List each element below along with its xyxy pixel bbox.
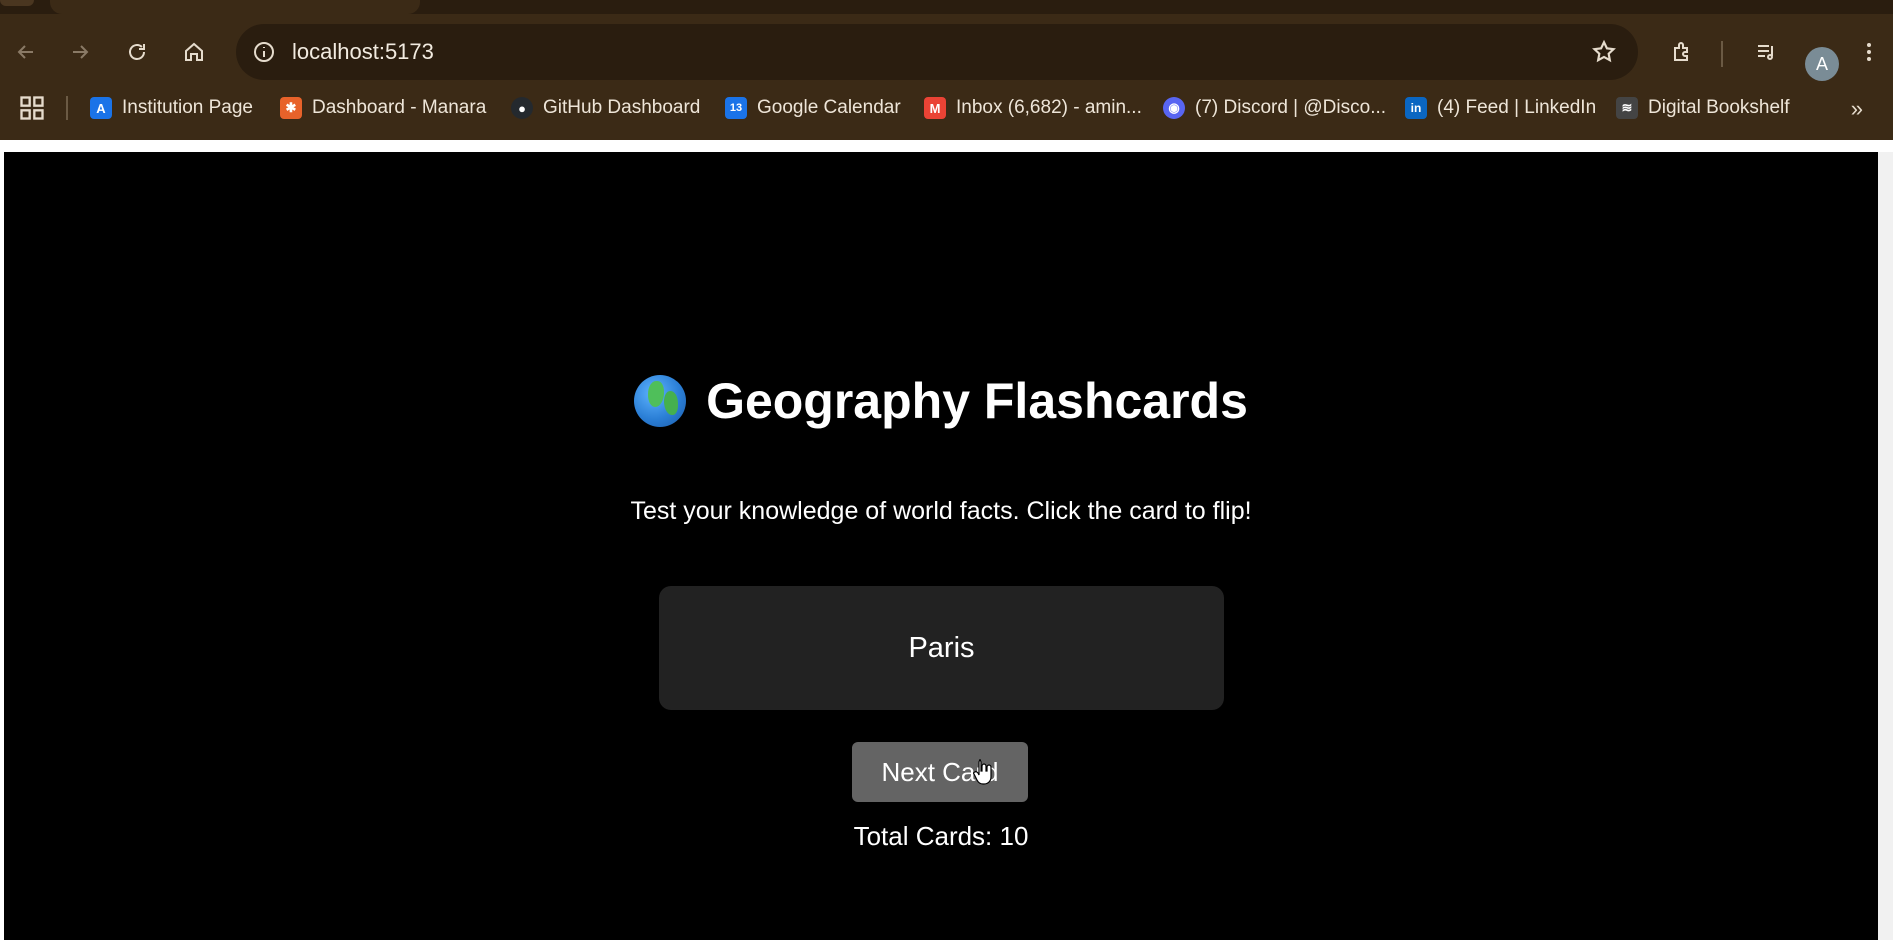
- bookmark-label: Dashboard - Manara: [312, 97, 487, 118]
- media-controls-icon[interactable]: [1746, 32, 1786, 72]
- bookshelf-favicon-icon: ≋: [1616, 97, 1638, 119]
- page-scrollbar[interactable]: [1878, 152, 1893, 940]
- calendar-favicon-icon: 13: [725, 97, 747, 119]
- bookmark-manara[interactable]: ✱ Dashboard - Manara: [280, 92, 486, 124]
- manara-favicon-icon: ✱: [280, 97, 302, 119]
- globe-icon: [634, 375, 687, 427]
- discord-favicon-icon: ◉: [1163, 97, 1185, 119]
- bookmark-label: (4) Feed | LinkedIn: [1437, 97, 1597, 118]
- tab-search-button[interactable]: [0, 0, 34, 6]
- bookmark-label: GitHub Dashboard: [543, 97, 701, 118]
- flashcard[interactable]: Paris: [659, 586, 1224, 710]
- tab-strip: [0, 0, 1893, 14]
- reload-icon[interactable]: [117, 32, 157, 72]
- browser-chrome: localhost:5173 A A Institution Page ✱ Da…: [0, 0, 1893, 140]
- bookmark-star-icon[interactable]: [1584, 32, 1624, 72]
- bookmark-bookshelf[interactable]: ≋ Digital Bookshelf: [1616, 92, 1790, 124]
- bookmarks-divider: [66, 96, 68, 120]
- linkedin-favicon-icon: in: [1405, 97, 1427, 119]
- next-card-button[interactable]: Next Card: [852, 742, 1028, 802]
- page-viewport: Geography Flashcards Test your knowledge…: [0, 140, 1893, 940]
- page-title: Geography Flashcards: [706, 373, 1248, 429]
- total-cards-count: Total Cards: 10: [853, 821, 1029, 851]
- bookmark-institution[interactable]: A Institution Page: [90, 92, 253, 124]
- active-tab[interactable]: [50, 0, 420, 14]
- bookmark-linkedin[interactable]: in (4) Feed | LinkedIn: [1405, 92, 1596, 124]
- back-icon[interactable]: [6, 32, 46, 72]
- bookmark-calendar[interactable]: 13 Google Calendar: [725, 92, 901, 124]
- bookmark-gmail[interactable]: M Inbox (6,682) - amin...: [924, 92, 1142, 124]
- profile-avatar[interactable]: A: [1805, 47, 1839, 81]
- forward-icon[interactable]: [60, 32, 100, 72]
- browser-toolbar: localhost:5173 A: [0, 14, 1893, 84]
- flashcard-app: Geography Flashcards Test your knowledge…: [4, 152, 1878, 940]
- extensions-icon[interactable]: [1662, 32, 1702, 72]
- more-bookmarks-chevron-icon[interactable]: »: [1851, 96, 1863, 122]
- gmail-favicon-icon: M: [924, 97, 946, 119]
- bookmark-discord[interactable]: ◉ (7) Discord | @Disco...: [1163, 92, 1386, 124]
- toolbar-divider: [1721, 41, 1723, 67]
- bookmark-label: Institution Page: [122, 97, 253, 118]
- bookmark-github[interactable]: ● GitHub Dashboard: [511, 92, 700, 124]
- title-row: Geography Flashcards: [4, 372, 1878, 430]
- address-bar[interactable]: localhost:5173: [236, 24, 1638, 80]
- menu-kebab-icon[interactable]: [1856, 32, 1882, 72]
- apps-grid-icon[interactable]: [18, 94, 46, 122]
- home-icon[interactable]: [174, 32, 214, 72]
- page-subtitle: Test your knowledge of world facts. Clic…: [630, 497, 1252, 525]
- bookmark-label: Digital Bookshelf: [1648, 97, 1790, 118]
- bookmark-label: (7) Discord | @Disco...: [1195, 97, 1387, 118]
- bookmarks-bar: A Institution Page ✱ Dashboard - Manara …: [0, 84, 1893, 132]
- bookmark-label: Inbox (6,682) - amin...: [956, 97, 1142, 118]
- institution-favicon-icon: A: [90, 97, 112, 119]
- site-info-icon[interactable]: [244, 32, 284, 72]
- url-text[interactable]: localhost:5173: [292, 24, 434, 80]
- bookmark-label: Google Calendar: [757, 97, 901, 118]
- github-favicon-icon: ●: [511, 97, 533, 119]
- hand-cursor-icon: [972, 759, 992, 785]
